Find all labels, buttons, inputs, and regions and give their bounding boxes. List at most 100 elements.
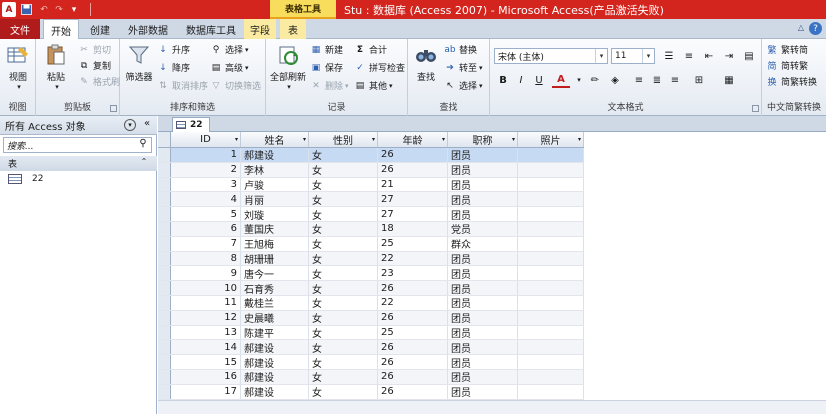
sort-descending-button[interactable]: ↓ 降序 xyxy=(157,60,190,75)
table-cell[interactable]: 10 xyxy=(171,281,241,295)
table-cell[interactable]: 27 xyxy=(378,192,448,207)
document-tab-table[interactable]: 22 xyxy=(172,117,210,132)
record-selector[interactable] xyxy=(158,162,171,177)
table-cell[interactable]: 董国庆 xyxy=(241,221,309,236)
table-cell[interactable]: 26 xyxy=(378,281,448,295)
view-button[interactable]: 视图 ▾ xyxy=(4,42,32,91)
column-sort-dropdown-icon[interactable]: ▾ xyxy=(442,136,445,143)
table-cell[interactable] xyxy=(518,295,584,310)
toggle-filter-button[interactable]: ▽ 切换筛选 xyxy=(210,78,261,93)
table-cell[interactable]: 女 xyxy=(309,236,378,251)
horizontal-scrollbar[interactable] xyxy=(158,400,826,414)
table-cell[interactable]: 卢骏 xyxy=(241,177,309,192)
bullets-icon[interactable]: ☰ xyxy=(660,48,678,64)
table-cell[interactable]: 女 xyxy=(309,177,378,192)
goto-button[interactable]: ➔ 转至 ▾ xyxy=(444,60,482,75)
totals-button[interactable]: Σ 合计 xyxy=(354,42,387,57)
bold-button[interactable]: B xyxy=(494,72,512,88)
select-button[interactable]: ↖ 选择 ▾ xyxy=(444,78,482,93)
tab-file[interactable]: 文件 xyxy=(0,19,40,39)
table-cell[interactable] xyxy=(518,325,584,340)
table-cell[interactable]: 团员 xyxy=(448,355,518,369)
table-cell[interactable]: 团员 xyxy=(448,192,518,207)
table-cell[interactable]: 22 xyxy=(378,251,448,266)
table-cell[interactable]: 7 xyxy=(171,236,241,251)
record-selector[interactable] xyxy=(158,281,171,295)
sort-ascending-button[interactable]: ↓ 升序 xyxy=(157,42,190,57)
record-selector[interactable] xyxy=(158,325,171,340)
table-cell[interactable]: 11 xyxy=(171,295,241,310)
table-cell[interactable]: 女 xyxy=(309,221,378,236)
table-cell[interactable]: 13 xyxy=(171,325,241,340)
table-cell[interactable]: 3 xyxy=(171,177,241,192)
find-button[interactable]: 查找 xyxy=(412,42,440,83)
undo-icon[interactable]: ↶ xyxy=(38,2,50,17)
search-icon[interactable]: ⚲ xyxy=(136,138,150,152)
table-cell[interactable] xyxy=(518,162,584,177)
record-selector[interactable] xyxy=(158,221,171,236)
align-center-text-icon[interactable]: ≣ xyxy=(648,72,666,88)
table-cell[interactable]: 团员 xyxy=(448,325,518,340)
spelling-button[interactable]: ✓ 拼写检查 xyxy=(354,60,405,75)
tab-database-tools[interactable]: 数据库工具 xyxy=(180,19,242,39)
tab-create[interactable]: 创建 xyxy=(83,19,117,39)
table-cell[interactable]: 25 xyxy=(378,325,448,340)
record-selector[interactable] xyxy=(158,355,171,369)
column-header[interactable]: 年龄 ▾ xyxy=(378,132,448,147)
table-cell[interactable]: 2 xyxy=(171,162,241,177)
tab-external-data[interactable]: 外部数据 xyxy=(120,19,176,39)
record-selector[interactable] xyxy=(158,266,171,281)
column-sort-dropdown-icon[interactable]: ▾ xyxy=(303,136,306,143)
record-selector[interactable] xyxy=(158,340,171,355)
table-row[interactable]: 9 唐今一女 23 团员 xyxy=(158,266,584,282)
table-row[interactable]: 6 董国庆女 18 党员 xyxy=(158,221,584,237)
table-cell[interactable]: 女 xyxy=(309,355,378,369)
italic-button[interactable]: I xyxy=(512,72,530,88)
new-record-button[interactable]: ▦ 新建 xyxy=(310,42,343,57)
table-cell[interactable]: 26 xyxy=(378,310,448,325)
table-cell[interactable]: 女 xyxy=(309,162,378,177)
table-row[interactable]: 15 郝建设女 26 团员 xyxy=(158,355,584,370)
table-cell[interactable]: 陈建平 xyxy=(241,325,309,340)
table-cell[interactable]: 女 xyxy=(309,340,378,355)
table-cell[interactable]: 22 xyxy=(378,295,448,310)
table-cell[interactable] xyxy=(518,340,584,355)
align-left-icon[interactable]: ⇤ xyxy=(700,48,718,64)
table-cell[interactable]: 女 xyxy=(309,192,378,207)
table-row[interactable]: 13 陈建平女 25 团员 xyxy=(158,325,584,341)
table-cell[interactable]: 18 xyxy=(378,221,448,236)
table-cell[interactable] xyxy=(518,221,584,236)
ribbon-minimize-icon[interactable]: △ xyxy=(796,23,806,33)
table-cell[interactable]: 女 xyxy=(309,148,378,162)
table-cell[interactable]: 郝建设 xyxy=(241,369,309,384)
table-cell[interactable]: 23 xyxy=(378,266,448,281)
align-left-text-icon[interactable]: ≡ xyxy=(630,72,648,88)
column-header[interactable]: 性别 ▾ xyxy=(309,132,378,147)
table-cell[interactable] xyxy=(518,177,584,192)
table-row[interactable]: 7 王旭梅女 25 群众 xyxy=(158,236,584,252)
font-size-combo[interactable]: 11 ▾ xyxy=(611,48,655,64)
table-cell[interactable]: 26 xyxy=(378,162,448,177)
table-cell[interactable]: 21 xyxy=(378,177,448,192)
table-cell[interactable] xyxy=(518,251,584,266)
record-selector[interactable] xyxy=(158,148,171,162)
table-cell[interactable]: 团员 xyxy=(448,266,518,281)
table-cell[interactable]: 李林 xyxy=(241,162,309,177)
remove-sort-button[interactable]: ⇅ 取消排序 xyxy=(157,78,208,93)
table-cell[interactable]: 9 xyxy=(171,266,241,281)
cut-button[interactable]: ✂ 剪切 xyxy=(78,42,111,57)
table-cell[interactable]: 王旭梅 xyxy=(241,236,309,251)
table-cell[interactable] xyxy=(518,369,584,384)
conversion-button[interactable]: 换简繁转换 xyxy=(766,74,817,89)
select-all-cell[interactable] xyxy=(158,132,171,147)
table-row[interactable]: 16 郝建设女 26 团员 xyxy=(158,369,584,385)
table-cell[interactable]: 14 xyxy=(171,340,241,355)
table-cell[interactable]: 女 xyxy=(309,310,378,325)
filter-button[interactable]: 筛选器 xyxy=(123,42,155,83)
table-cell[interactable] xyxy=(518,384,584,399)
align-right-icon[interactable]: ⇥ xyxy=(720,48,738,64)
table-cell[interactable]: 6 xyxy=(171,221,241,236)
record-selector[interactable] xyxy=(158,369,171,384)
table-cell[interactable]: 唐今一 xyxy=(241,266,309,281)
gridlines-icon[interactable]: ⊞ xyxy=(690,72,708,88)
